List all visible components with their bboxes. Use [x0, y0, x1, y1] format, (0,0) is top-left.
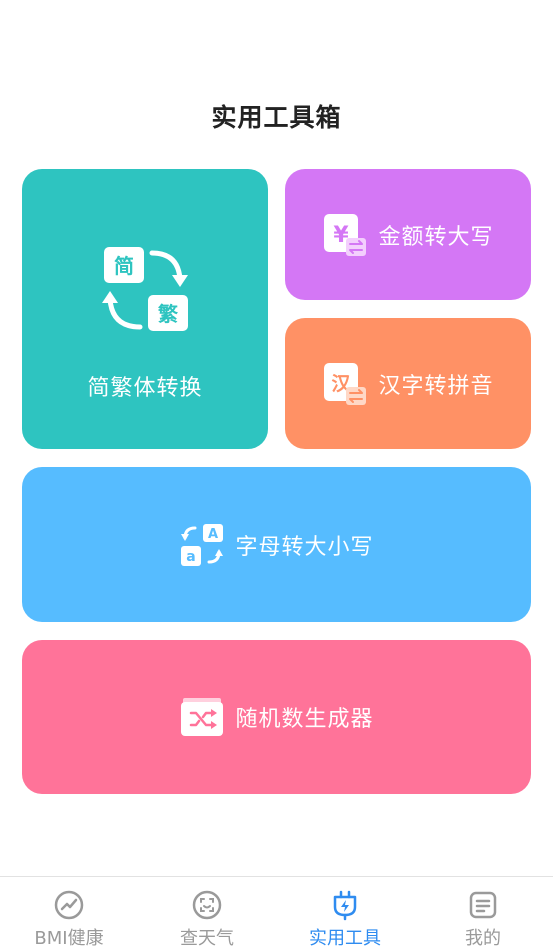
- simplified-traditional-card[interactable]: 简 繁 简繁体转换: [22, 169, 268, 449]
- weather-face-icon: [192, 890, 222, 920]
- page-title: 实用工具箱: [211, 103, 342, 132]
- tab-mine-label: 我的: [465, 928, 501, 949]
- hanzi-convert-icon: 汉: [324, 362, 367, 405]
- bottom-tab-bar: BMI健康 查天气 实用工具 我的: [0, 876, 553, 951]
- simplified-traditional-convert-icon: 简 繁: [102, 247, 188, 331]
- upper-letter-text: A: [208, 527, 218, 542]
- lower-letter-text: a: [187, 549, 196, 565]
- tab-tools-label: 实用工具: [309, 928, 381, 949]
- plug-bolt-icon: [333, 890, 357, 921]
- profile-card-icon: [469, 891, 497, 919]
- currency-convert-icon: ¥: [324, 213, 367, 256]
- letter-case-icon: A a: [181, 523, 224, 566]
- money-uppercase-card[interactable]: ¥ 金额转大写: [285, 169, 531, 300]
- letter-case-label: 字母转大小写: [235, 534, 374, 560]
- shuffle-icon: [181, 698, 224, 736]
- letter-case-card[interactable]: A a 字母转大小写: [22, 467, 531, 622]
- traditional-badge-text: 繁: [158, 302, 179, 326]
- health-chart-icon: [54, 890, 84, 920]
- hanzi-pinyin-card[interactable]: 汉 汉字转拼音: [285, 318, 531, 449]
- random-number-label: 随机数生成器: [235, 707, 374, 732]
- money-uppercase-label: 金额转大写: [378, 224, 494, 250]
- tab-weather-label: 查天气: [180, 928, 234, 949]
- tab-mine[interactable]: 我的: [414, 877, 552, 951]
- tab-bmi-health-label: BMI健康: [34, 928, 104, 949]
- hanzi-pinyin-label: 汉字转拼音: [378, 373, 494, 399]
- tab-bmi-health[interactable]: BMI健康: [0, 877, 138, 951]
- tab-tools[interactable]: 实用工具: [276, 877, 414, 951]
- random-number-card[interactable]: 随机数生成器: [22, 640, 531, 794]
- simplified-badge-text: 简: [114, 254, 134, 278]
- tab-weather[interactable]: 查天气: [138, 877, 276, 951]
- simplified-traditional-label: 简繁体转换: [87, 376, 203, 401]
